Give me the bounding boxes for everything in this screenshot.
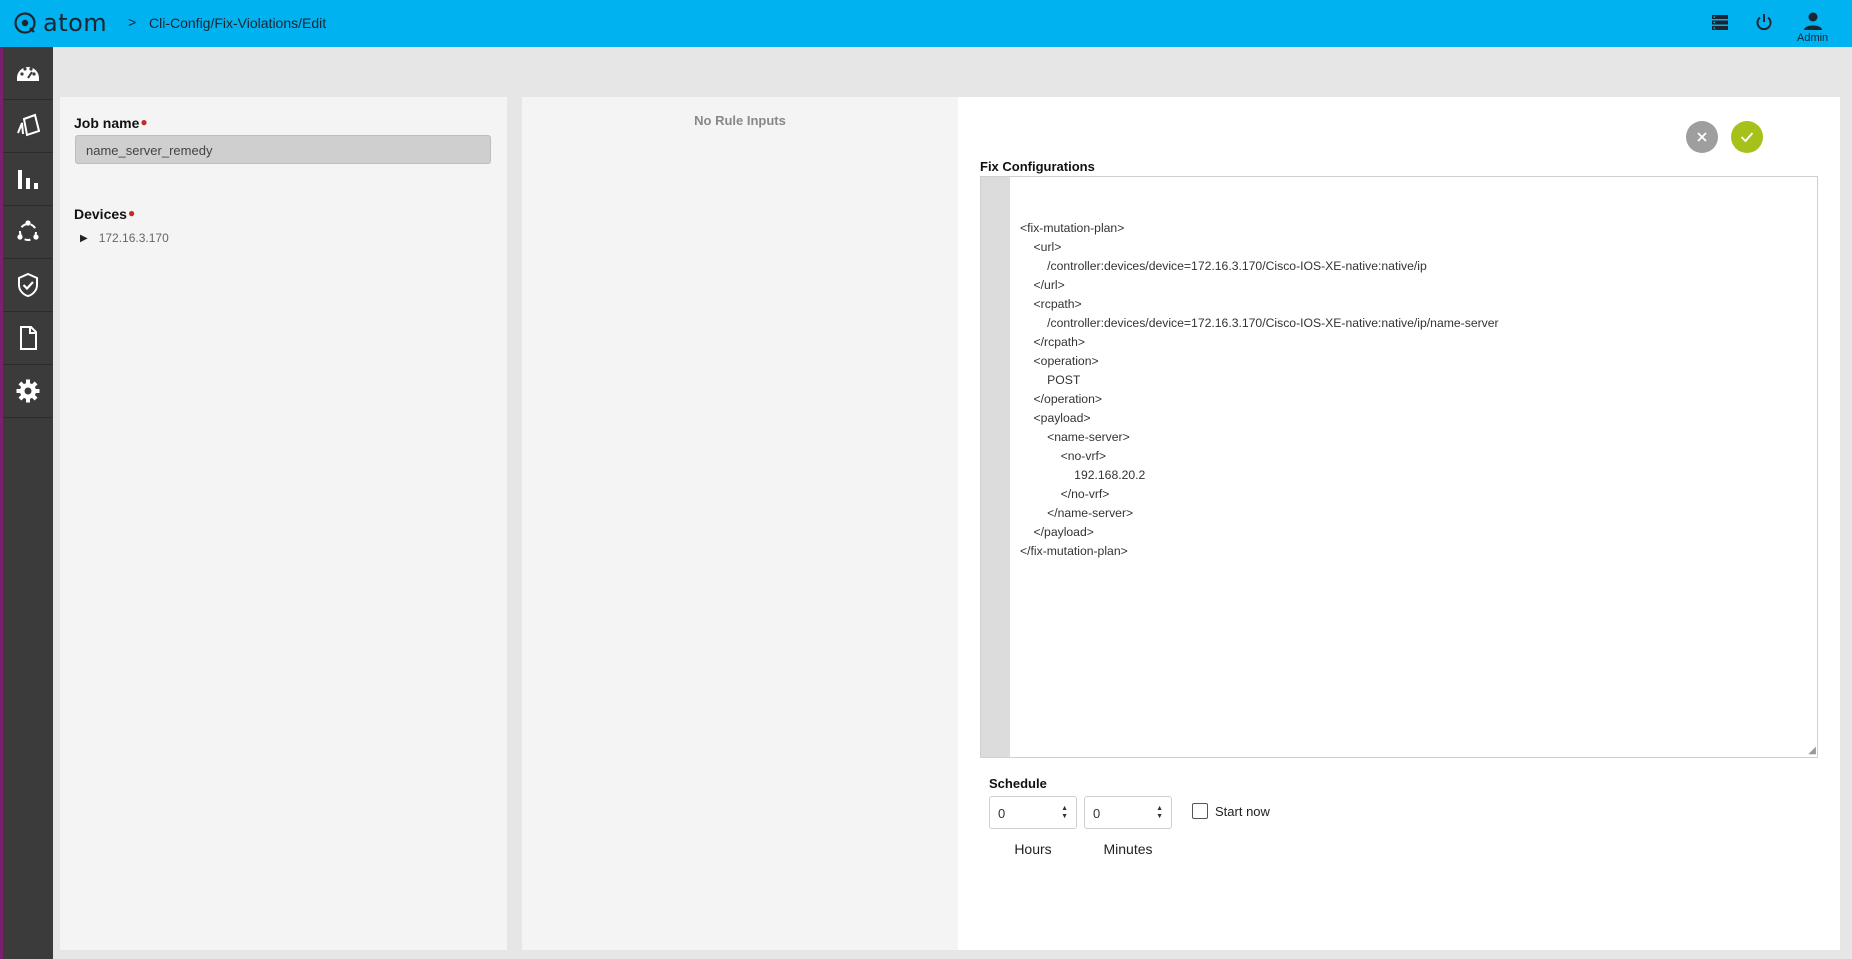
job-form-panel: Job name● name_server_remedy Devices● ▶ … [60, 97, 507, 950]
spinner-arrows-icon[interactable]: ▲ ▼ [1061, 805, 1068, 821]
start-now-checkbox[interactable] [1192, 803, 1208, 819]
power-icon[interactable] [1754, 12, 1774, 37]
resource-icon [17, 113, 41, 137]
minutes-input[interactable]: 0 ▲ ▼ [1084, 796, 1172, 829]
no-rule-inputs-text: No Rule Inputs [694, 113, 786, 128]
topology-icon [17, 220, 39, 241]
save-button[interactable] [1731, 121, 1763, 153]
minutes-label: Minutes [1103, 841, 1153, 857]
dashboard-icon [17, 67, 39, 81]
sidebar-item-analytics[interactable] [3, 153, 53, 206]
sidebar [3, 47, 53, 959]
document-icon [20, 326, 37, 350]
sidebar-item-dashboard[interactable] [3, 47, 53, 100]
minutes-value: 0 [1093, 806, 1101, 821]
fix-config-panel: Fix Configurations <fix-mutation-plan> <… [958, 97, 1840, 950]
close-icon [1697, 132, 1707, 142]
sidebar-item-resources[interactable] [3, 100, 53, 153]
logo-text: atom [43, 9, 108, 37]
required-marker: ● [140, 115, 148, 129]
gear-icon [16, 379, 40, 403]
start-now-label[interactable]: Start now [1215, 804, 1270, 819]
required-marker: ● [127, 206, 136, 220]
storage-icon[interactable] [1710, 12, 1730, 37]
shield-check-icon [18, 272, 38, 298]
editor-gutter [981, 177, 1010, 757]
cancel-button[interactable] [1686, 121, 1718, 153]
rule-inputs-panel: No Rule Inputs [522, 97, 958, 950]
hours-label: Hours [1014, 841, 1052, 857]
devices-label: Devices● [74, 206, 136, 222]
user-label: Admin [1797, 32, 1829, 44]
job-name-input[interactable]: name_server_remedy [75, 135, 491, 164]
sidebar-item-topology[interactable] [3, 206, 53, 259]
bar-chart-icon [18, 170, 38, 189]
atom-logo-icon [14, 12, 36, 34]
spinner-arrows-icon[interactable]: ▲ ▼ [1156, 805, 1163, 821]
fix-configurations-label: Fix Configurations [980, 159, 1095, 174]
resize-handle-icon[interactable]: ◢ [1808, 745, 1816, 756]
schedule-label: Schedule [989, 776, 1047, 791]
job-name-label: Job name● [74, 115, 148, 131]
device-tree-item[interactable]: ▶ 172.16.3.170 [80, 231, 169, 245]
check-icon [1740, 132, 1754, 143]
breadcrumb: Cli-Config/Fix-Violations/Edit [149, 15, 327, 31]
top-bar: atom > Cli-Config/Fix-Violations/Edit Ad… [0, 0, 1852, 47]
sidebar-item-settings[interactable] [3, 365, 53, 418]
device-ip: 172.16.3.170 [98, 231, 169, 245]
breadcrumb-chevron-icon: > [128, 14, 137, 30]
atom-logo[interactable]: atom [13, 11, 107, 35]
sidebar-item-compliance[interactable] [3, 259, 53, 312]
hours-input[interactable]: 0 ▲ ▼ [989, 796, 1077, 829]
fix-config-editor[interactable]: <fix-mutation-plan> <url> /controller:de… [980, 176, 1818, 758]
sidebar-item-documents[interactable] [3, 312, 53, 365]
hours-value: 0 [998, 806, 1006, 821]
expand-triangle-icon[interactable]: ▶ [80, 233, 88, 244]
fix-config-code[interactable]: <fix-mutation-plan> <url> /controller:de… [1020, 219, 1499, 561]
